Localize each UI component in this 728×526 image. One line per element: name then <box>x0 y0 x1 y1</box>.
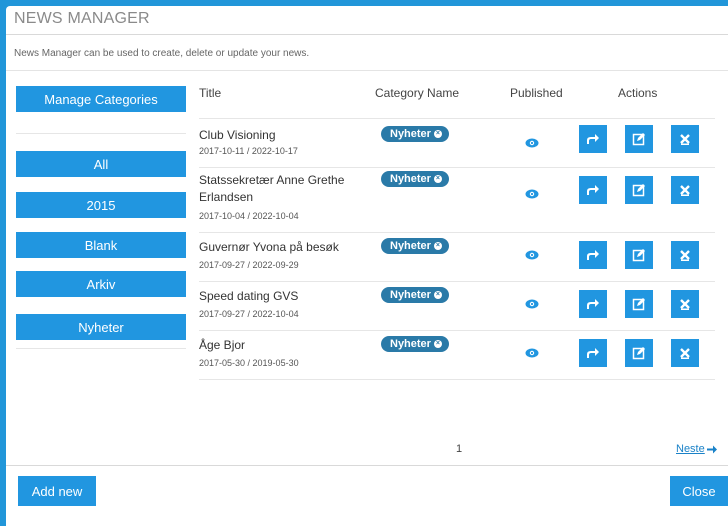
edit-button[interactable] <box>625 241 653 269</box>
title-divider <box>6 34 728 35</box>
news-dates: 2017-05-30 / 2019-05-30 <box>199 358 299 368</box>
dialog-title: NEWS MANAGER <box>14 10 150 27</box>
remove-icon[interactable]: × <box>433 291 442 299</box>
remove-icon[interactable]: × <box>433 130 442 138</box>
news-title[interactable]: Guvernør Yvona på besøk <box>199 239 369 256</box>
delete-icon <box>680 250 690 261</box>
delete-button[interactable] <box>671 339 699 367</box>
share-button[interactable] <box>579 125 607 153</box>
news-manager-dialog: NEWS MANAGER News Manager can be used to… <box>6 6 728 526</box>
category-2015-button[interactable]: 2015 <box>16 192 186 218</box>
category-badge-label: Nyheter <box>390 289 431 301</box>
description-divider <box>6 70 728 71</box>
news-row: Speed dating GVS 2017-09-27 / 2022-10-04… <box>199 285 715 327</box>
published-eye-icon[interactable] <box>525 189 539 199</box>
category-badge[interactable]: Nyheter × <box>381 171 449 187</box>
category-nyheter-button[interactable]: Nyheter <box>16 314 186 340</box>
row-divider <box>199 281 715 282</box>
category-badge[interactable]: Nyheter × <box>381 336 449 352</box>
manage-categories-button[interactable]: Manage Categories <box>16 86 186 112</box>
delete-icon <box>680 134 690 145</box>
edit-icon <box>632 347 645 360</box>
category-arkiv-button[interactable]: Arkiv <box>16 271 186 297</box>
share-icon <box>587 299 599 309</box>
share-icon <box>587 185 599 195</box>
row-divider <box>199 330 715 331</box>
edit-button[interactable] <box>625 339 653 367</box>
category-badge-label: Nyheter <box>390 338 431 350</box>
published-eye-icon[interactable] <box>525 138 539 148</box>
add-new-button[interactable]: Add new <box>18 476 96 506</box>
edit-icon <box>632 298 645 311</box>
edit-icon <box>632 249 645 262</box>
edit-icon <box>632 184 645 197</box>
next-page-label: Neste <box>676 443 705 455</box>
delete-icon <box>680 185 690 196</box>
category-badge-label: Nyheter <box>390 173 431 185</box>
row-divider <box>199 232 715 233</box>
column-header-published: Published <box>510 86 563 100</box>
category-all-button[interactable]: All <box>16 151 186 177</box>
share-button[interactable] <box>579 176 607 204</box>
remove-icon[interactable]: × <box>433 340 442 348</box>
share-button[interactable] <box>579 241 607 269</box>
category-badge[interactable]: Nyheter × <box>381 238 449 254</box>
news-title[interactable]: Statssekretær Anne Grethe Erlandsen <box>199 172 367 206</box>
close-button[interactable]: Close <box>670 476 728 506</box>
category-blank-button[interactable]: Blank <box>16 232 186 258</box>
current-page-number: 1 <box>456 443 463 455</box>
share-button[interactable] <box>579 339 607 367</box>
published-eye-icon[interactable] <box>525 250 539 260</box>
share-icon <box>587 348 599 358</box>
news-row: Club Visioning 2017-10-11 / 2022-10-17 N… <box>199 124 715 164</box>
category-badge[interactable]: Nyheter × <box>381 126 449 142</box>
remove-icon[interactable]: × <box>433 242 442 250</box>
remove-icon[interactable]: × <box>433 175 442 183</box>
share-icon <box>587 250 599 260</box>
news-row: Guvernør Yvona på besøk 2017-09-27 / 202… <box>199 236 715 278</box>
next-page-link[interactable]: Neste <box>676 443 717 455</box>
delete-icon <box>680 348 690 359</box>
category-list: All 2015 Blank Arkiv Nyheter <box>16 133 186 349</box>
delete-button[interactable] <box>671 290 699 318</box>
news-row: Statssekretær Anne Grethe Erlandsen 2017… <box>199 169 715 229</box>
row-divider <box>199 379 715 380</box>
news-row: Åge Bjor 2017-05-30 / 2019-05-30 Nyheter… <box>199 334 715 376</box>
row-divider <box>199 118 715 119</box>
published-eye-icon[interactable] <box>525 299 539 309</box>
edit-button[interactable] <box>625 176 653 204</box>
news-dates: 2017-10-04 / 2022-10-04 <box>199 211 299 221</box>
edit-icon <box>632 133 645 146</box>
dialog-description: News Manager can be used to create, dele… <box>14 48 310 59</box>
published-eye-icon[interactable] <box>525 348 539 358</box>
news-dates: 2017-09-27 / 2022-10-04 <box>199 309 299 319</box>
column-header-actions: Actions <box>618 86 658 100</box>
news-dates: 2017-09-27 / 2022-09-29 <box>199 260 299 270</box>
share-button[interactable] <box>579 290 607 318</box>
news-title[interactable]: Club Visioning <box>199 127 369 144</box>
delete-icon <box>680 299 690 310</box>
edit-button[interactable] <box>625 125 653 153</box>
column-header-title: Title <box>199 86 222 100</box>
column-header-category: Category Name <box>375 86 460 100</box>
delete-button[interactable] <box>671 176 699 204</box>
share-icon <box>587 134 599 144</box>
delete-button[interactable] <box>671 125 699 153</box>
row-divider <box>199 167 715 168</box>
news-title[interactable]: Åge Bjor <box>199 337 369 354</box>
news-dates: 2017-10-11 / 2022-10-17 <box>199 146 298 156</box>
edit-button[interactable] <box>625 290 653 318</box>
footer-divider <box>6 465 728 466</box>
delete-button[interactable] <box>671 241 699 269</box>
category-badge[interactable]: Nyheter × <box>381 287 449 303</box>
category-badge-label: Nyheter <box>390 240 431 252</box>
arrow-right-icon <box>706 445 717 453</box>
category-badge-label: Nyheter <box>390 128 431 140</box>
news-title[interactable]: Speed dating GVS <box>199 288 369 305</box>
